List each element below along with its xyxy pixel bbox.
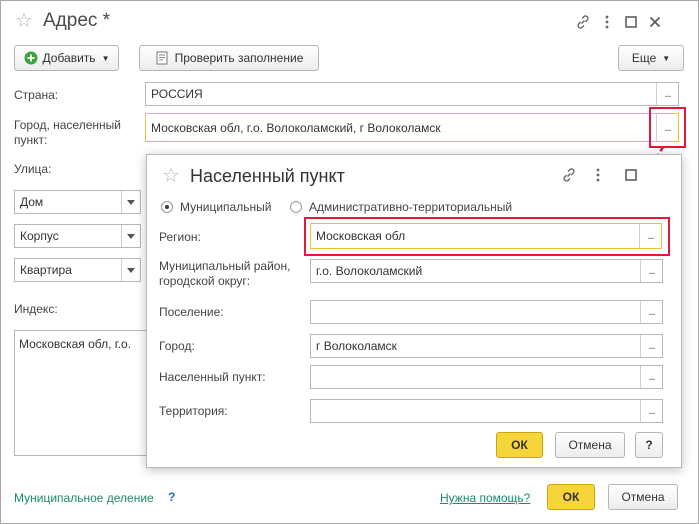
cancel-button[interactable]: Отмена: [608, 484, 678, 510]
settlement-field[interactable]: ...: [310, 300, 663, 324]
more-button[interactable]: Еще ▼: [618, 45, 684, 71]
city-label-line1: Город, населенный: [14, 118, 121, 132]
dialog-city-field[interactable]: г Волоколамск ...: [310, 334, 663, 358]
more-vertical-icon[interactable]: [590, 167, 606, 183]
city-field[interactable]: Московская обл, г.о. Волоколамский, г Во…: [145, 113, 679, 142]
address-textarea[interactable]: Московская обл, г.о.: [14, 330, 154, 456]
building-select-value: Корпус: [20, 229, 59, 243]
country-choose-button[interactable]: ...: [656, 83, 678, 105]
settlement-choose-button[interactable]: ...: [640, 301, 662, 323]
window-title: Адрес *: [43, 10, 111, 31]
dialog-city-value: г Волоколамск: [316, 339, 397, 353]
radio-municipal-label: Муниципальный: [180, 200, 272, 214]
locality-field[interactable]: ...: [310, 365, 663, 389]
link-icon[interactable]: [575, 14, 591, 30]
dialog-help-button[interactable]: ?: [635, 432, 663, 458]
municipal-division-label: Муниципальное деление: [14, 491, 154, 505]
region-highlight: [304, 217, 670, 256]
settlement-label: Поселение:: [159, 305, 224, 319]
region-label: Регион:: [159, 230, 201, 244]
dialog-help-label: ?: [645, 438, 653, 452]
dialog-cancel-label: Отмена: [568, 438, 612, 452]
chevron-down-icon[interactable]: [121, 191, 140, 213]
cancel-button-label: Отмена: [621, 490, 665, 504]
country-field[interactable]: РОССИЯ ...: [145, 82, 679, 106]
chevron-down-icon[interactable]: [121, 225, 140, 247]
municipal-division-help[interactable]: ?: [168, 490, 175, 505]
house-select[interactable]: Дом: [14, 190, 141, 214]
dialog-ok-button[interactable]: ОК: [496, 432, 543, 458]
city-choose-highlight: [649, 107, 686, 148]
dialog-title: Населенный пункт: [190, 166, 345, 186]
more-vertical-icon[interactable]: [599, 14, 615, 30]
maximize-icon[interactable]: [623, 14, 639, 30]
chevron-down-icon[interactable]: [121, 259, 140, 281]
index-label: Индекс:: [14, 302, 58, 316]
address-text: Московская обл, г.о.: [19, 337, 132, 351]
favorite-star-icon[interactable]: ☆: [162, 166, 180, 186]
maximize-icon[interactable]: [623, 167, 639, 183]
help-link[interactable]: Нужна помощь?: [440, 491, 530, 506]
apartment-select[interactable]: Квартира: [14, 258, 141, 282]
district-value: г.о. Волоколамский: [316, 264, 423, 278]
address-window: ☆ Адрес * Добавить ▼ Проверить заполнени…: [0, 0, 699, 524]
dropdown-arrow-icon: ▼: [662, 53, 671, 63]
close-icon[interactable]: [647, 14, 663, 30]
radio-municipal[interactable]: [161, 201, 173, 213]
country-value: РОССИЯ: [151, 87, 203, 101]
radio-administrative[interactable]: [290, 201, 302, 213]
territory-choose-button[interactable]: ...: [640, 400, 662, 422]
locality-label: Населенный пункт:: [159, 370, 266, 384]
favorite-star-icon[interactable]: ☆: [15, 11, 33, 31]
add-button[interactable]: Добавить ▼: [14, 45, 119, 71]
ok-button[interactable]: ОК: [547, 484, 595, 510]
building-select[interactable]: Корпус: [14, 224, 141, 248]
district-label-line2: городской округ:: [159, 274, 251, 288]
add-button-label: Добавить: [42, 51, 96, 65]
dialog-city-label: Город:: [159, 339, 195, 353]
locality-choose-button[interactable]: ...: [640, 366, 662, 388]
city-label-line2: пункт:: [14, 133, 48, 147]
locality-dialog: ☆ Населенный пункт Муниципальный Админис…: [146, 154, 682, 468]
check-fill-button[interactable]: Проверить заполнение: [139, 45, 319, 71]
country-label: Страна:: [14, 88, 59, 102]
city-value: Московская обл, г.о. Волоколамский, г Во…: [151, 121, 441, 135]
district-label-line1: Муниципальный район,: [159, 259, 291, 273]
district-field[interactable]: г.о. Волоколамский ...: [310, 259, 663, 283]
house-select-value: Дом: [20, 195, 44, 209]
dialog-city-choose-button[interactable]: ...: [640, 335, 662, 357]
district-choose-button[interactable]: ...: [640, 260, 662, 282]
check-fill-label: Проверить заполнение: [174, 51, 304, 65]
territory-label: Территория:: [159, 404, 228, 418]
territory-field[interactable]: ...: [310, 399, 663, 423]
plus-circle-icon: [24, 51, 38, 65]
more-button-label: Еще: [631, 51, 657, 65]
dialog-ok-label: ОК: [511, 438, 528, 452]
ok-button-label: ОК: [562, 490, 580, 504]
dialog-cancel-button[interactable]: Отмена: [555, 432, 625, 458]
radio-administrative-label: Административно-территориальный: [309, 200, 513, 214]
check-document-icon: [156, 51, 168, 65]
apartment-select-value: Квартира: [20, 263, 72, 277]
street-label: Улица:: [14, 162, 52, 176]
dropdown-arrow-icon: ▼: [101, 53, 110, 63]
link-icon[interactable]: [561, 167, 577, 183]
